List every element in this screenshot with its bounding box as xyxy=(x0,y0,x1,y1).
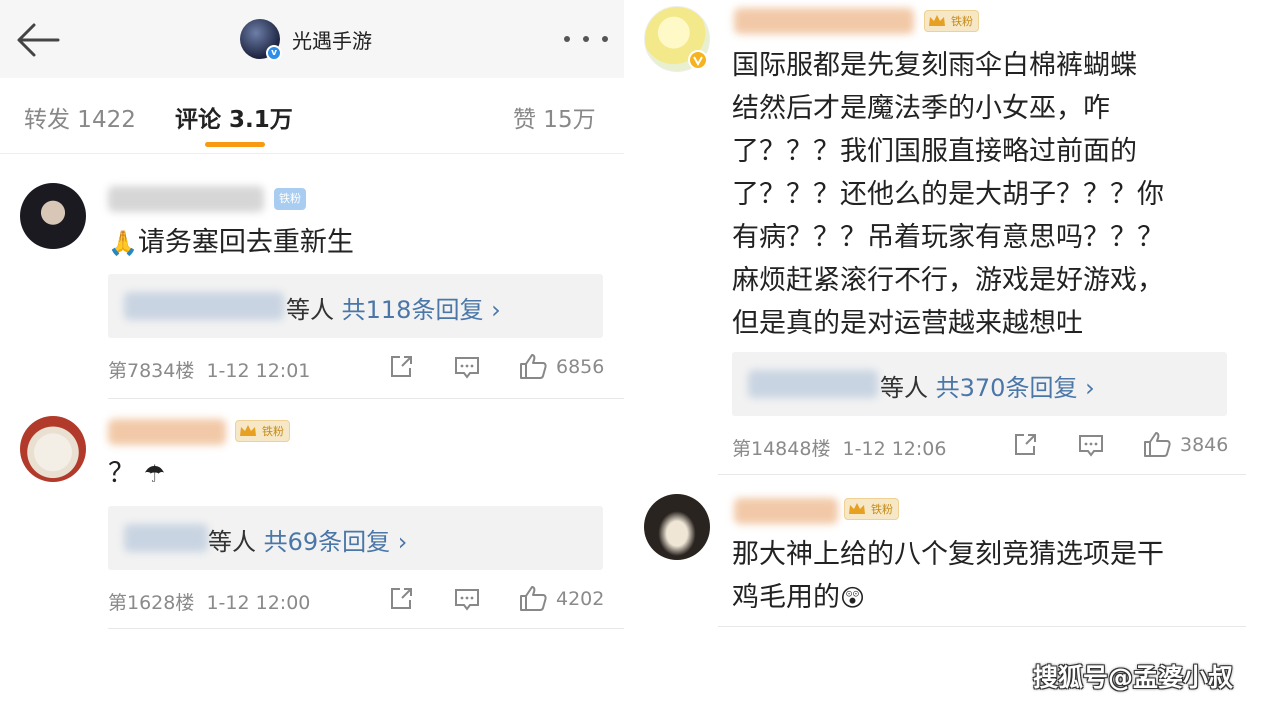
comment-text: ？ ☂ xyxy=(108,452,165,496)
like-icon[interactable] xyxy=(518,584,548,612)
username-blurred[interactable] xyxy=(108,419,226,445)
active-tab-indicator xyxy=(205,142,265,147)
comment-line: 了？？？我们国服直接略过前面的 xyxy=(732,136,1137,167)
username-blurred[interactable] xyxy=(734,8,914,34)
watermark: 搜狐号@孟婆小叔 xyxy=(1033,663,1234,692)
avatar[interactable] xyxy=(644,494,710,560)
comment-line: 麻烦赶紧滚行不行，游戏是好游戏， xyxy=(732,265,1164,296)
fan-badge: 铁粉 xyxy=(844,498,899,520)
fan-badge: 铁粉 xyxy=(235,420,290,442)
comment-line: 结然后才是魔法季的小女巫，咋 xyxy=(732,93,1110,124)
share-icon[interactable] xyxy=(388,586,414,612)
arrow-left-icon[interactable] xyxy=(14,20,62,60)
comment-line: 但是真的是对运营越来越想吐 xyxy=(732,308,1083,339)
shocked-face-icon: 😲 xyxy=(840,584,866,612)
reply-summary[interactable]: 等人 共118条回复 › xyxy=(286,290,501,325)
reply-summary[interactable]: 等人 共370条回复 › xyxy=(880,368,1095,403)
like-icon[interactable] xyxy=(1142,430,1172,458)
divider xyxy=(108,398,624,399)
verified-gold-icon xyxy=(688,50,708,70)
fan-badge-label: 铁粉 xyxy=(262,425,284,438)
avatar[interactable] xyxy=(20,183,86,249)
reply-count-link[interactable]: 共370条回复 › xyxy=(936,374,1095,402)
verified-badge-icon: v xyxy=(266,45,282,61)
reply-preview[interactable]: 等人 共118条回复 › xyxy=(108,274,603,338)
tab-comments[interactable]: 评论 3.1万 xyxy=(175,100,293,134)
reply-users-blurred xyxy=(124,292,284,320)
account-name[interactable]: 光遇手游 xyxy=(292,25,372,54)
reply-count-link[interactable]: 共69条回复 › xyxy=(264,528,408,556)
comment-body: ？ xyxy=(108,458,135,489)
username-blurred[interactable] xyxy=(108,186,264,212)
divider xyxy=(108,628,624,629)
left-screenshot-panel: v 光遇手游 转发 1422 评论 3.1万 赞 15万 铁粉 🙏请务塞回去重新… xyxy=(0,0,624,704)
fan-badge-label: 铁粉 xyxy=(871,503,893,516)
like-count: 4202 xyxy=(556,588,605,610)
reply-count-link[interactable]: 共118条回复 › xyxy=(342,296,501,324)
top-bar: v 光遇手游 xyxy=(0,0,624,78)
comment-meta: 第7834楼 1-12 12:01 xyxy=(108,356,310,383)
like-icon[interactable] xyxy=(518,352,548,380)
reply-preview[interactable]: 等人 共370条回复 › xyxy=(732,352,1227,416)
reply-users-blurred xyxy=(748,370,878,398)
avatar[interactable] xyxy=(20,416,86,482)
like-count: 6856 xyxy=(556,356,605,378)
comment-line: 国际服都是先复刻雨伞白棉裤蝴蝶 xyxy=(732,50,1137,81)
floor-number: 第1628楼 xyxy=(108,592,195,614)
comment-line: 有病？？？吊着玩家有意思吗？？？ xyxy=(732,222,1164,253)
more-dots-icon[interactable] xyxy=(564,26,608,52)
reply-preview[interactable]: 等人 共69条回复 › xyxy=(108,506,603,570)
comment-meta: 第1628楼 1-12 12:00 xyxy=(108,588,310,615)
tab-likes[interactable]: 赞 15万 xyxy=(513,100,596,134)
crown-icon xyxy=(849,503,865,514)
tab-repost[interactable]: 转发 1422 xyxy=(24,100,136,134)
fan-badge: 铁粉 xyxy=(924,10,979,32)
comment-text: 🙏请务塞回去重新生 xyxy=(108,221,354,265)
crown-icon xyxy=(240,425,256,436)
username-blurred[interactable] xyxy=(734,498,838,524)
reply-summary[interactable]: 等人 共69条回复 › xyxy=(208,522,407,557)
comment-body: 请务塞回去重新生 xyxy=(137,227,354,258)
crown-icon xyxy=(929,15,945,26)
umbrella-icon: ☂ xyxy=(143,460,166,488)
floor-number: 第14848楼 xyxy=(732,438,831,460)
like-count: 3846 xyxy=(1180,434,1229,456)
comment-icon[interactable] xyxy=(1077,433,1105,459)
comment-line: 了？？？还他么的是大胡子？？？你 xyxy=(732,179,1164,210)
comment-line: 那大神上给的八个复刻竞猜选项是干 xyxy=(732,539,1164,570)
comment-icon[interactable] xyxy=(453,587,481,613)
account-avatar[interactable]: v xyxy=(240,19,282,61)
timestamp: 1-12 12:01 xyxy=(206,360,311,382)
reply-suffix: 等人 xyxy=(208,528,256,556)
divider xyxy=(718,474,1246,475)
pray-hands-icon: 🙏 xyxy=(108,229,138,257)
account-header[interactable]: v 光遇手游 xyxy=(240,18,372,61)
tab-bar: 转发 1422 评论 3.1万 赞 15万 xyxy=(0,78,624,154)
timestamp: 1-12 12:00 xyxy=(206,592,311,614)
fan-badge: 铁粉 xyxy=(274,188,306,210)
right-screenshot-panel: 铁粉 国际服都是先复刻雨伞白棉裤蝴蝶 结然后才是魔法季的小女巫，咋 了？？？我们… xyxy=(624,0,1265,704)
reply-suffix: 等人 xyxy=(880,374,928,402)
reply-suffix: 等人 xyxy=(286,296,334,324)
timestamp: 1-12 12:06 xyxy=(842,438,947,460)
comment-text: 国际服都是先复刻雨伞白棉裤蝴蝶 结然后才是魔法季的小女巫，咋 了？？？我们国服直… xyxy=(732,44,1164,345)
comment-meta: 第14848楼 1-12 12:06 xyxy=(732,434,946,461)
reply-users-blurred xyxy=(124,524,208,552)
comment-line: 鸡毛用的 xyxy=(732,582,840,613)
share-icon[interactable] xyxy=(388,354,414,380)
floor-number: 第7834楼 xyxy=(108,360,195,382)
comment-text: 那大神上给的八个复刻竞猜选项是干 鸡毛用的😲 xyxy=(732,533,1164,620)
share-icon[interactable] xyxy=(1012,432,1038,458)
fan-badge-label: 铁粉 xyxy=(951,15,973,28)
comment-icon[interactable] xyxy=(453,355,481,381)
divider xyxy=(718,626,1246,627)
